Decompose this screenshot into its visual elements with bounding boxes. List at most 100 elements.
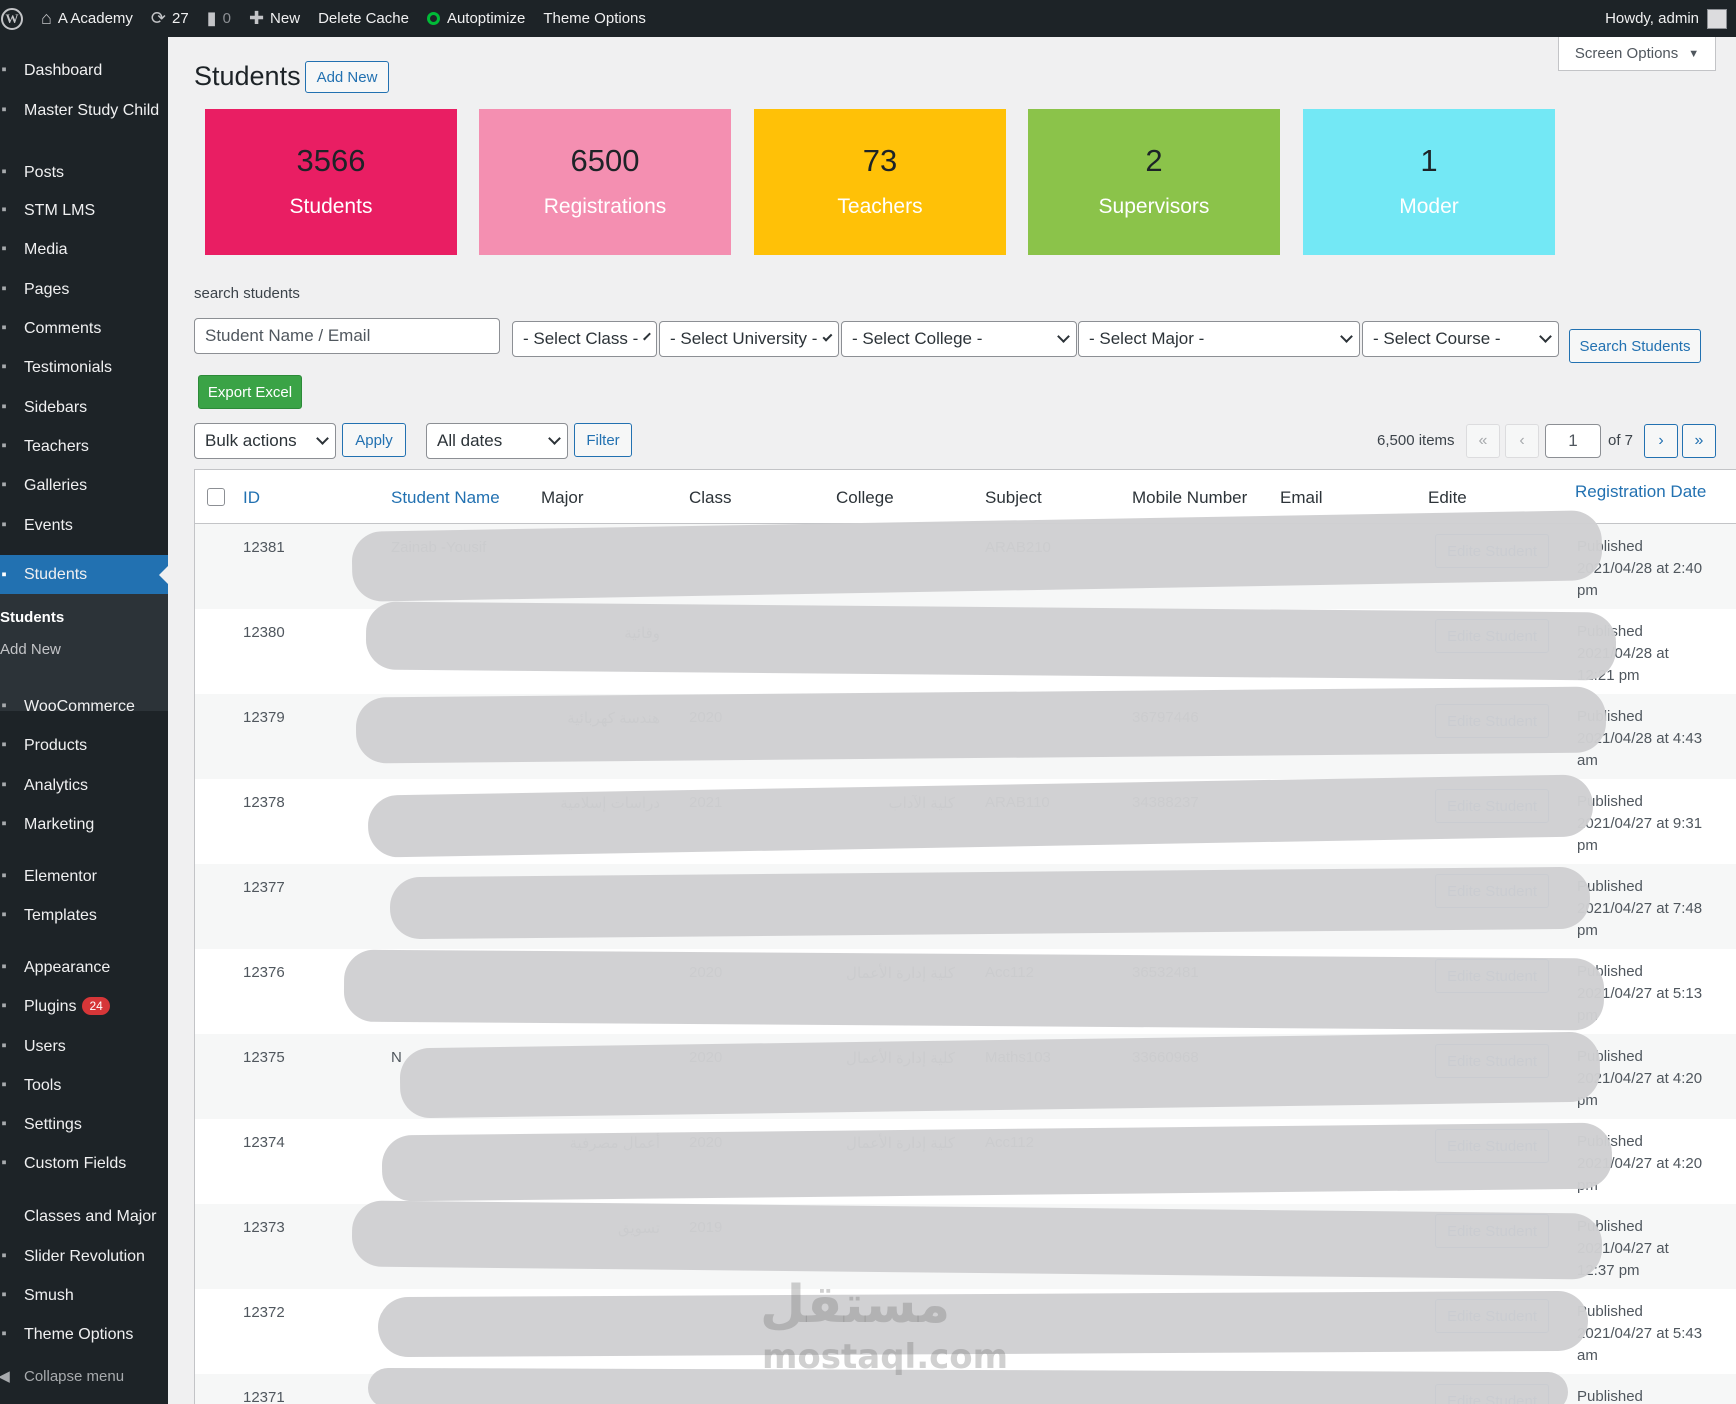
sidebar-item-stm-lms[interactable]: ▪ STM LMS xyxy=(0,201,168,221)
prev-page-button[interactable]: ‹ xyxy=(1505,424,1539,458)
date-line: Published xyxy=(1577,878,1643,895)
major-select-value: - Select Major - xyxy=(1089,329,1205,348)
search-students-button[interactable]: Search Students xyxy=(1569,329,1701,363)
sidebar-item-dashboard[interactable]: ▪ Dashboard xyxy=(0,61,168,81)
date-line: pm xyxy=(1577,582,1598,599)
major-select[interactable]: - Select Major - xyxy=(1078,321,1360,357)
sidebar-item-products[interactable]: ▪ Products xyxy=(0,736,168,756)
sidebar-item-posts[interactable]: ▪ Posts xyxy=(0,163,168,183)
submenu-add-new[interactable]: Add New xyxy=(0,641,61,658)
submenu-students[interactable]: Students xyxy=(0,609,64,626)
sidebar-item-pages[interactable]: ▪ Pages xyxy=(0,280,168,300)
delete-cache-link[interactable]: Delete Cache xyxy=(309,0,418,37)
gallery-icon: ▪ xyxy=(1,476,7,493)
redaction-scribble xyxy=(389,866,1591,940)
updates-link[interactable]: ⟳ 27 xyxy=(142,0,198,37)
theme-options-label: Theme Options xyxy=(543,10,646,27)
select-all-checkbox[interactable] xyxy=(207,488,225,506)
stat-value: 73 xyxy=(862,143,898,178)
cell-student-name: N xyxy=(391,1049,402,1066)
sidebar-item-settings[interactable]: ▪ Settings xyxy=(0,1115,168,1135)
status-dot-icon xyxy=(426,12,440,25)
wordpress-logo-icon: W xyxy=(1,7,23,30)
next-page-button[interactable]: › xyxy=(1644,424,1678,458)
chevron-down-icon xyxy=(1057,330,1070,343)
sidebar-item-label: Slider Revolution xyxy=(24,1248,145,1265)
sidebar-item-woocommerce[interactable]: ▪ WooCommerce xyxy=(0,697,168,717)
site-name-link[interactable]: ⌂ A Academy xyxy=(32,0,142,37)
pin-icon: ▪ xyxy=(1,566,7,583)
sidebar-item-analytics[interactable]: ▪ Analytics xyxy=(0,776,168,796)
course-select[interactable]: - Select Course - xyxy=(1362,321,1559,357)
account-menu[interactable]: Howdy, admin xyxy=(1596,0,1736,37)
filter-button[interactable]: Filter xyxy=(574,423,632,457)
screen-options-label: Screen Options xyxy=(1574,45,1679,62)
sidebar-item-classes-and-major[interactable]: Classes and Major xyxy=(0,1207,168,1227)
collapse-menu-button[interactable]: ◀ Collapse menu xyxy=(0,1367,168,1387)
sidebar-item-comments[interactable]: ▪ Comments xyxy=(0,319,168,339)
date-line: pm xyxy=(1577,922,1598,939)
date-line: 2021/04/27 at 7:48 xyxy=(1577,900,1703,917)
sidebar-item-appearance[interactable]: ▪ Appearance xyxy=(0,958,168,978)
sidebar-item-label: Marketing xyxy=(24,816,95,833)
sidebar-item-marketing[interactable]: ▪ Marketing xyxy=(0,815,168,835)
add-new-button[interactable]: Add New xyxy=(305,61,389,93)
main-content: Students Add New Screen Options ▼ 3566 Stu… xyxy=(168,37,1736,1404)
sidebar-item-events[interactable]: ▪ Events xyxy=(0,516,168,536)
sidebar-item-master-study-child[interactable]: ▪ Master Study Child xyxy=(0,101,168,121)
redaction-scribble xyxy=(351,1200,1603,1280)
sidebar-item-label: Users xyxy=(24,1038,66,1055)
elementor-icon: ▪ xyxy=(1,867,7,884)
column-student-name[interactable]: Student Name xyxy=(391,488,500,508)
first-page-button[interactable]: « xyxy=(1466,424,1500,458)
autoptimize-link[interactable]: Autoptimize xyxy=(418,0,534,37)
chevron-down-icon xyxy=(822,331,833,342)
cell-id: 12380 xyxy=(243,624,285,641)
sidebar-item-users[interactable]: ▪ Users xyxy=(0,1037,168,1057)
sidebar-item-students[interactable]: ▪ Students xyxy=(0,555,168,594)
sidebar-item-smush[interactable]: ▪ Smush xyxy=(0,1286,168,1306)
list-icon: ▪ xyxy=(1,398,7,415)
sidebar-item-teachers[interactable]: ▪ Teachers xyxy=(0,437,168,457)
updates-count: 27 xyxy=(172,10,189,27)
bulk-actions-select[interactable]: Bulk actions xyxy=(194,423,336,459)
university-select[interactable]: - Select University - xyxy=(659,321,839,357)
dates-select[interactable]: All dates xyxy=(426,423,568,459)
sidebar-item-galleries[interactable]: ▪ Galleries xyxy=(0,476,168,496)
registration-date: Published 2021/04/27 at 7:48 pm xyxy=(1577,876,1727,942)
sidebar-item-custom-fields[interactable]: ▪ Custom Fields xyxy=(0,1154,168,1174)
column-major: Major xyxy=(541,488,584,507)
sidebar-item-templates[interactable]: ▪ Templates xyxy=(0,906,168,926)
last-page-button[interactable]: » xyxy=(1682,424,1716,458)
comments-link[interactable]: ▮ 0 xyxy=(198,0,240,37)
apply-button[interactable]: Apply xyxy=(342,423,406,457)
current-page-input[interactable]: 1 xyxy=(1545,424,1601,458)
export-excel-button[interactable]: Export Excel xyxy=(198,375,302,409)
screen-options-button[interactable]: Screen Options ▼ xyxy=(1558,37,1716,71)
cell-id: 12371 xyxy=(243,1389,285,1404)
college-select[interactable]: - Select College - xyxy=(841,321,1077,357)
redaction-scribble xyxy=(381,1122,1613,1202)
sidebar-item-label: WooCommerce xyxy=(24,698,135,715)
sidebar-item-plugins[interactable]: ▪ Plugins 24 xyxy=(0,997,168,1017)
sidebar-item-theme-options[interactable]: ▪ Theme Options xyxy=(0,1325,168,1345)
wordpress-logo-button[interactable]: W xyxy=(0,0,32,37)
pin-icon: ▪ xyxy=(1,437,7,454)
class-select[interactable]: - Select Class - xyxy=(512,321,657,357)
student-search-input[interactable]: Student Name / Email xyxy=(194,318,500,354)
column-registration-date[interactable]: Registration Date xyxy=(1575,482,1706,502)
site-name: A Academy xyxy=(57,10,133,27)
sidebar-item-tools[interactable]: ▪ Tools xyxy=(0,1076,168,1096)
theme-options-link[interactable]: Theme Options xyxy=(534,0,655,37)
calendar-icon: ▪ xyxy=(1,516,7,533)
sidebar-item-label: Master Study Child xyxy=(24,102,160,119)
college-select-value: - Select College - xyxy=(852,329,983,348)
column-id[interactable]: ID xyxy=(243,488,260,508)
class-select-value: - Select Class - xyxy=(523,329,639,348)
new-content-link[interactable]: ✚ New xyxy=(240,0,309,37)
sidebar-item-slider-revolution[interactable]: ▪ Slider Revolution xyxy=(0,1247,168,1267)
sidebar-item-sidebars[interactable]: ▪ Sidebars xyxy=(0,398,168,418)
sidebar-item-media[interactable]: ▪ Media xyxy=(0,240,168,260)
sidebar-item-testimonials[interactable]: ▪ Testimonials xyxy=(0,358,168,378)
sidebar-item-elementor[interactable]: ▪ Elementor xyxy=(0,867,168,887)
